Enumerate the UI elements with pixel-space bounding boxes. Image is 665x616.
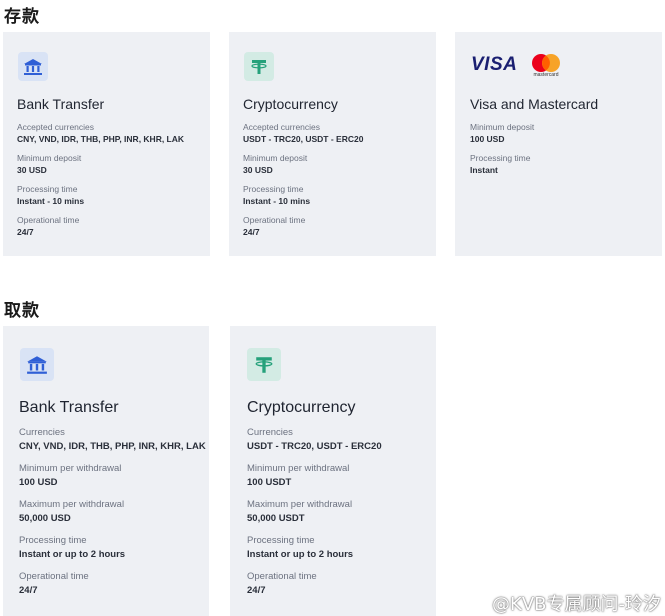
watermark-text: @KVB专属顾问-玲汐 — [492, 594, 661, 615]
field-label-processing-time: Processing time — [19, 535, 87, 546]
field-value-processing-time: Instant or up to 2 hours — [19, 549, 126, 560]
field-label-processing-time: Processing time — [17, 184, 78, 194]
field-label-accepted-currencies: Accepted currencies — [17, 122, 95, 132]
bank-icon — [20, 348, 54, 381]
withdrawal-bank-transfer-card[interactable]: Bank Transfer Currencies CNY, VND, IDR, … — [3, 326, 209, 616]
field-label-currencies: Currencies — [247, 427, 293, 438]
field-value-minimum-deposit: 100 USD — [470, 134, 505, 144]
field-value-processing-time: Instant — [470, 165, 498, 175]
bank-icon — [18, 52, 48, 81]
field-label-processing-time: Processing time — [243, 184, 304, 194]
withdrawal-cryptocurrency-card[interactable]: Cryptocurrency Currencies USDT - TRC20, … — [230, 326, 436, 616]
field-label-processing-time: Processing time — [247, 535, 315, 546]
field-value-operational-time: 24/7 — [247, 585, 266, 596]
field-value-maximum-per-withdrawal: 50,000 USDT — [247, 513, 305, 524]
field-value-minimum-per-withdrawal: 100 USD — [19, 477, 58, 488]
field-label-minimum-deposit: Minimum deposit — [17, 153, 82, 163]
field-label-operational-time: Operational time — [247, 571, 317, 582]
withdrawal-section-title: 取款 — [4, 301, 40, 321]
field-value-operational-time: 24/7 — [17, 227, 34, 237]
deposit-section-title: 存款 — [4, 7, 40, 27]
field-label-maximum-per-withdrawal: Maximum per withdrawal — [247, 499, 353, 510]
visa-logo-icon: VISA — [471, 54, 518, 75]
field-value-operational-time: 24/7 — [19, 585, 38, 596]
field-value-currencies: CNY, VND, IDR, THB, PHP, INR, KHR, LAK — [19, 441, 206, 452]
field-label-minimum-deposit: Minimum deposit — [243, 153, 308, 163]
field-value-accepted-currencies: USDT - TRC20, USDT - ERC20 — [243, 134, 364, 144]
field-value-processing-time: Instant - 10 mins — [17, 196, 85, 206]
field-label-minimum-per-withdrawal: Minimum per withdrawal — [247, 463, 350, 474]
tether-icon — [247, 348, 281, 381]
field-value-operational-time: 24/7 — [243, 227, 260, 237]
deposit-bank-transfer-card[interactable]: Bank Transfer Accepted currencies CNY, V… — [3, 32, 210, 256]
field-label-operational-time: Operational time — [19, 571, 89, 582]
field-label-accepted-currencies: Accepted currencies — [243, 122, 321, 132]
field-value-maximum-per-withdrawal: 50,000 USD — [19, 513, 71, 524]
field-value-minimum-deposit: 30 USD — [243, 165, 273, 175]
field-label-minimum-per-withdrawal: Minimum per withdrawal — [19, 463, 122, 474]
mastercard-wordmark: mastercard — [533, 72, 559, 78]
field-value-accepted-currencies: CNY, VND, IDR, THB, PHP, INR, KHR, LAK — [17, 134, 185, 144]
card-title: Bank Transfer — [17, 96, 105, 112]
field-label-minimum-deposit: Minimum deposit — [470, 122, 535, 132]
tether-icon — [244, 52, 274, 81]
deposit-visa-mastercard-card[interactable]: VISA mastercard Visa and Mastercard Mini… — [455, 32, 662, 256]
field-value-processing-time: Instant or up to 2 hours — [247, 549, 354, 560]
field-label-operational-time: Operational time — [17, 215, 80, 225]
card-title: Bank Transfer — [19, 399, 119, 416]
field-value-processing-time: Instant - 10 mins — [243, 196, 311, 206]
card-title: Visa and Mastercard — [470, 96, 599, 112]
field-label-currencies: Currencies — [19, 427, 65, 438]
field-label-maximum-per-withdrawal: Maximum per withdrawal — [19, 499, 125, 510]
field-label-processing-time: Processing time — [470, 153, 531, 163]
card-title: Cryptocurrency — [243, 96, 338, 112]
field-value-currencies: USDT - TRC20, USDT - ERC20 — [247, 441, 382, 452]
field-label-operational-time: Operational time — [243, 215, 306, 225]
field-value-minimum-per-withdrawal: 100 USDT — [247, 477, 292, 488]
field-value-minimum-deposit: 30 USD — [17, 165, 47, 175]
deposit-cryptocurrency-card[interactable]: Cryptocurrency Accepted currencies USDT … — [229, 32, 436, 256]
card-title: Cryptocurrency — [247, 399, 356, 416]
